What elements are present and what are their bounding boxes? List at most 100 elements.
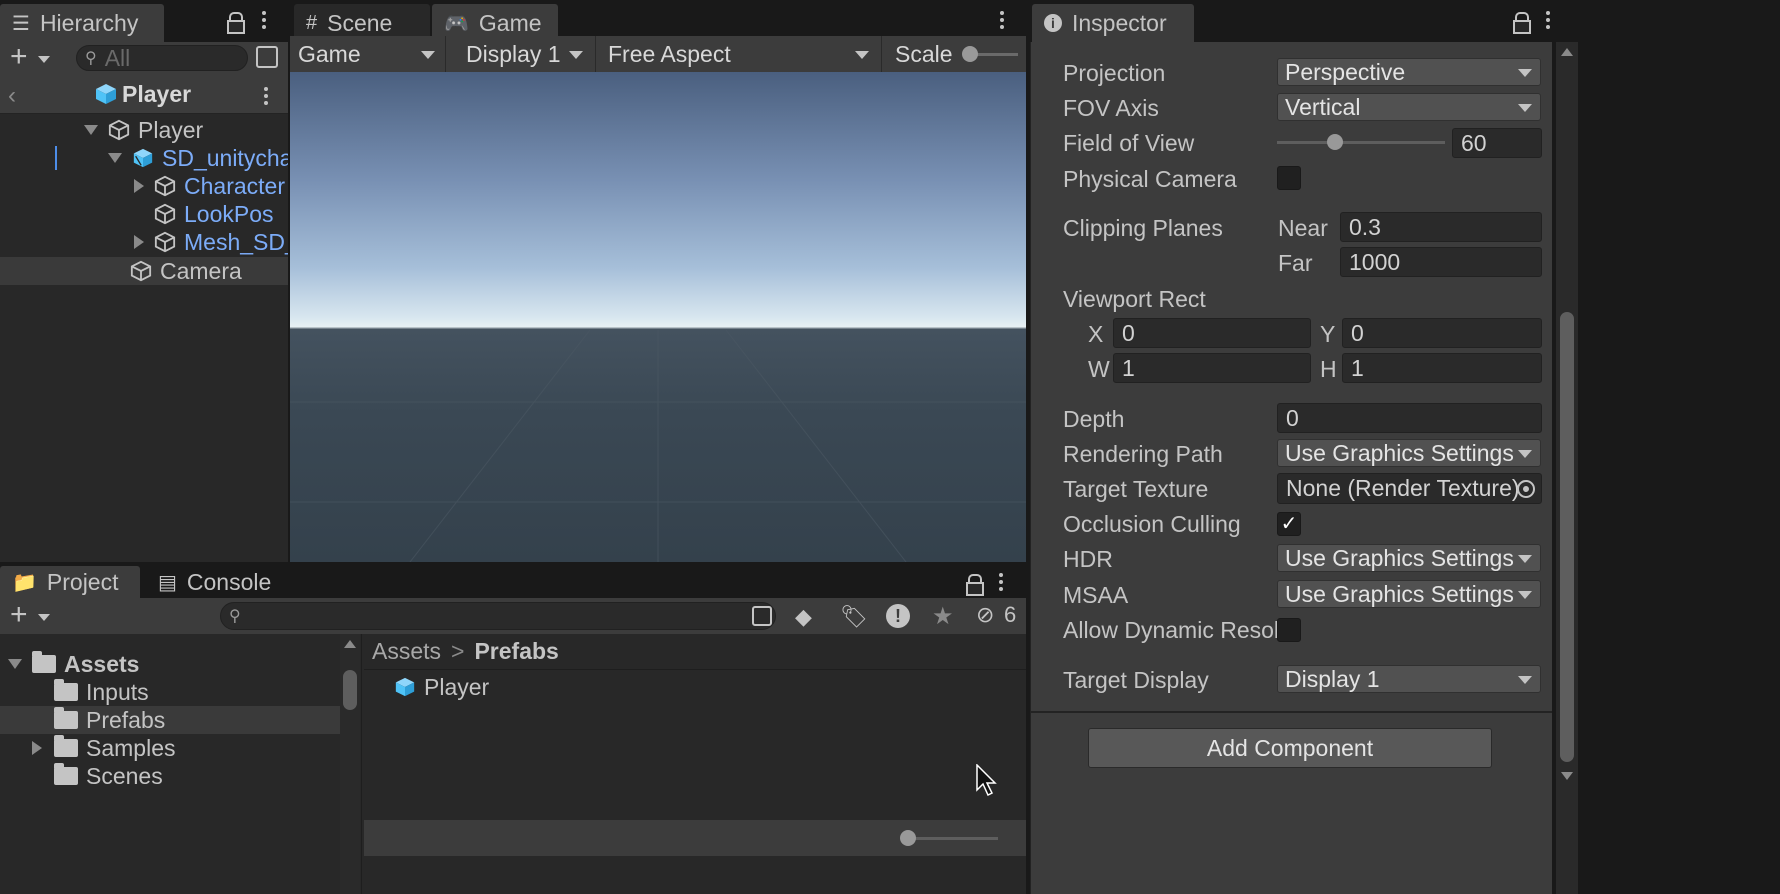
tree-item-character[interactable]: Character — [134, 172, 285, 200]
folder-item-inputs[interactable]: Inputs — [54, 678, 149, 706]
folder-item-prefabs[interactable]: Prefabs — [54, 706, 165, 734]
near-field[interactable]: 0.3 — [1340, 212, 1542, 242]
filter-type-icon[interactable]: ◆ — [795, 604, 812, 630]
scroll-down-icon[interactable] — [1561, 772, 1573, 780]
label-filter-icon[interactable]: 🏷 — [840, 604, 868, 630]
rendering-path-dropdown[interactable]: Use Graphics Settings — [1277, 439, 1541, 467]
add-component-label: Add Component — [1206, 734, 1374, 761]
project-panel: 📁 Project ▤ Console + ⚲ ◆ 🏷 ! ★ ⊘ 6 Asse… — [0, 566, 1026, 894]
viewport-y-field[interactable]: 0 — [1342, 318, 1542, 348]
expand-arrow-icon[interactable] — [8, 659, 22, 669]
more-options-icon[interactable] — [1545, 8, 1551, 32]
checkmark-icon: ✓ — [1280, 513, 1298, 535]
project-search-input[interactable]: ⚲ — [220, 602, 776, 630]
folder-item-samples[interactable]: Samples — [32, 734, 175, 762]
fov-value-field[interactable]: 60 — [1452, 128, 1542, 158]
tab-game-label: Game — [478, 9, 542, 36]
more-options-icon[interactable] — [261, 8, 267, 32]
viewport-w-field[interactable]: 1 — [1113, 353, 1311, 383]
error-filter-icon[interactable]: ! — [886, 604, 910, 628]
target-texture-field[interactable]: None (Render Texture) — [1277, 473, 1542, 504]
tab-project[interactable]: 📁 Project — [0, 566, 140, 598]
create-button[interactable]: + — [10, 40, 28, 74]
msaa-dropdown[interactable]: Use Graphics Settings — [1277, 580, 1541, 608]
tab-hierarchy[interactable]: ☰ Hierarchy — [0, 4, 164, 42]
tree-scrollbar[interactable] — [340, 634, 360, 894]
more-options-icon[interactable] — [999, 8, 1005, 32]
physical-camera-label: Physical Camera — [1063, 166, 1237, 192]
asset-label: Player — [424, 673, 490, 700]
breadcrumb-root[interactable]: Assets — [372, 638, 441, 665]
folder-icon — [54, 707, 78, 729]
far-field[interactable]: 1000 — [1340, 247, 1542, 277]
hdr-dropdown[interactable]: Use Graphics Settings — [1277, 544, 1541, 572]
allow-dynamic-checkbox[interactable] — [1277, 618, 1301, 642]
hidden-packages-icon[interactable]: ⊘ — [976, 602, 994, 628]
tab-inspector[interactable]: i Inspector — [1032, 4, 1194, 42]
breadcrumb-current[interactable]: Prefabs — [474, 638, 558, 665]
scrollbar-thumb[interactable] — [1560, 312, 1574, 762]
folder-item-scenes[interactable]: Scenes — [54, 762, 163, 790]
collapse-arrow-icon[interactable] — [134, 235, 144, 249]
hierarchy-search-input[interactable]: ⚲ All — [76, 45, 248, 71]
icon-size-slider-track[interactable] — [908, 837, 998, 840]
lock-icon[interactable] — [966, 574, 984, 596]
game-mode-dropdown[interactable]: Game — [290, 36, 446, 72]
fov-axis-dropdown[interactable]: Vertical — [1277, 93, 1541, 121]
fov-slider-thumb[interactable] — [1327, 134, 1343, 150]
tab-console[interactable]: ▤ Console — [146, 566, 283, 598]
target-display-dropdown[interactable]: Display 1 — [1277, 665, 1541, 693]
projection-label: Projection — [1063, 60, 1166, 86]
chevron-down-icon[interactable] — [38, 614, 50, 621]
scale-slider-thumb[interactable] — [962, 46, 978, 62]
chevron-down-icon[interactable] — [38, 56, 50, 63]
tree-item-camera[interactable]: Camera — [130, 257, 242, 285]
back-chevron-icon[interactable]: ‹ — [8, 82, 16, 110]
object-picker-icon[interactable] — [1517, 480, 1535, 498]
viewport-x-field[interactable]: 0 — [1113, 318, 1311, 348]
viewport-w-value: 1 — [1122, 354, 1135, 381]
projection-dropdown[interactable]: Perspective — [1277, 58, 1541, 86]
fov-slider-track[interactable] — [1277, 141, 1445, 144]
folder-row-selected-bg — [0, 706, 340, 734]
expand-arrow-icon[interactable] — [84, 125, 98, 135]
game-viewport[interactable] — [290, 72, 1026, 562]
favorites-icon[interactable]: ★ — [932, 602, 954, 631]
more-options-icon[interactable] — [998, 570, 1004, 594]
tree-item-sd-unitychan[interactable]: SD_unitycha — [108, 144, 288, 172]
prefab-more-icon[interactable] — [263, 84, 269, 108]
scroll-up-icon[interactable] — [1561, 48, 1573, 56]
near-value: 0.3 — [1349, 213, 1381, 240]
folder-item-assets[interactable]: Assets — [8, 650, 139, 678]
game-view-toolbar: Game Display 1 Free Aspect Scale — [290, 36, 1026, 72]
display-dropdown[interactable]: Display 1 — [448, 36, 596, 72]
collapse-arrow-icon[interactable] — [32, 741, 42, 755]
prefab-header-title: Player — [122, 81, 192, 107]
aspect-dropdown[interactable]: Free Aspect — [598, 36, 882, 72]
tree-item-mesh[interactable]: Mesh_SD_ — [134, 228, 288, 256]
tree-item-player[interactable]: Player — [84, 116, 203, 144]
viewport-h-field[interactable]: 1 — [1342, 353, 1542, 383]
physical-camera-checkbox[interactable] — [1277, 166, 1301, 190]
scrollbar-thumb[interactable] — [343, 670, 357, 710]
asset-item-player[interactable]: Player — [394, 673, 489, 701]
depth-field[interactable]: 0 — [1277, 403, 1542, 433]
expand-arrow-icon[interactable] — [108, 153, 122, 163]
inspector-scrollbar[interactable] — [1556, 42, 1578, 894]
tree-item-lookpos[interactable]: LookPos — [154, 200, 274, 228]
chevron-down-icon — [1518, 450, 1532, 458]
search-type-icon[interactable] — [752, 606, 772, 626]
mouse-cursor-icon — [976, 763, 998, 802]
collapse-arrow-icon[interactable] — [134, 179, 144, 193]
target-texture-value: None (Render Texture) — [1286, 475, 1520, 501]
viewport-y-label: Y — [1320, 321, 1336, 347]
add-component-button[interactable]: Add Component — [1088, 728, 1492, 768]
selection-indicator — [55, 146, 57, 170]
lock-icon[interactable] — [1513, 12, 1531, 34]
occlusion-culling-checkbox[interactable]: ✓ — [1277, 512, 1301, 536]
scroll-up-icon[interactable] — [344, 640, 356, 648]
lock-icon[interactable] — [227, 12, 245, 34]
icon-size-slider-thumb[interactable] — [900, 830, 916, 846]
create-button[interactable]: + — [10, 598, 28, 632]
search-by-type-icon[interactable] — [256, 46, 278, 68]
